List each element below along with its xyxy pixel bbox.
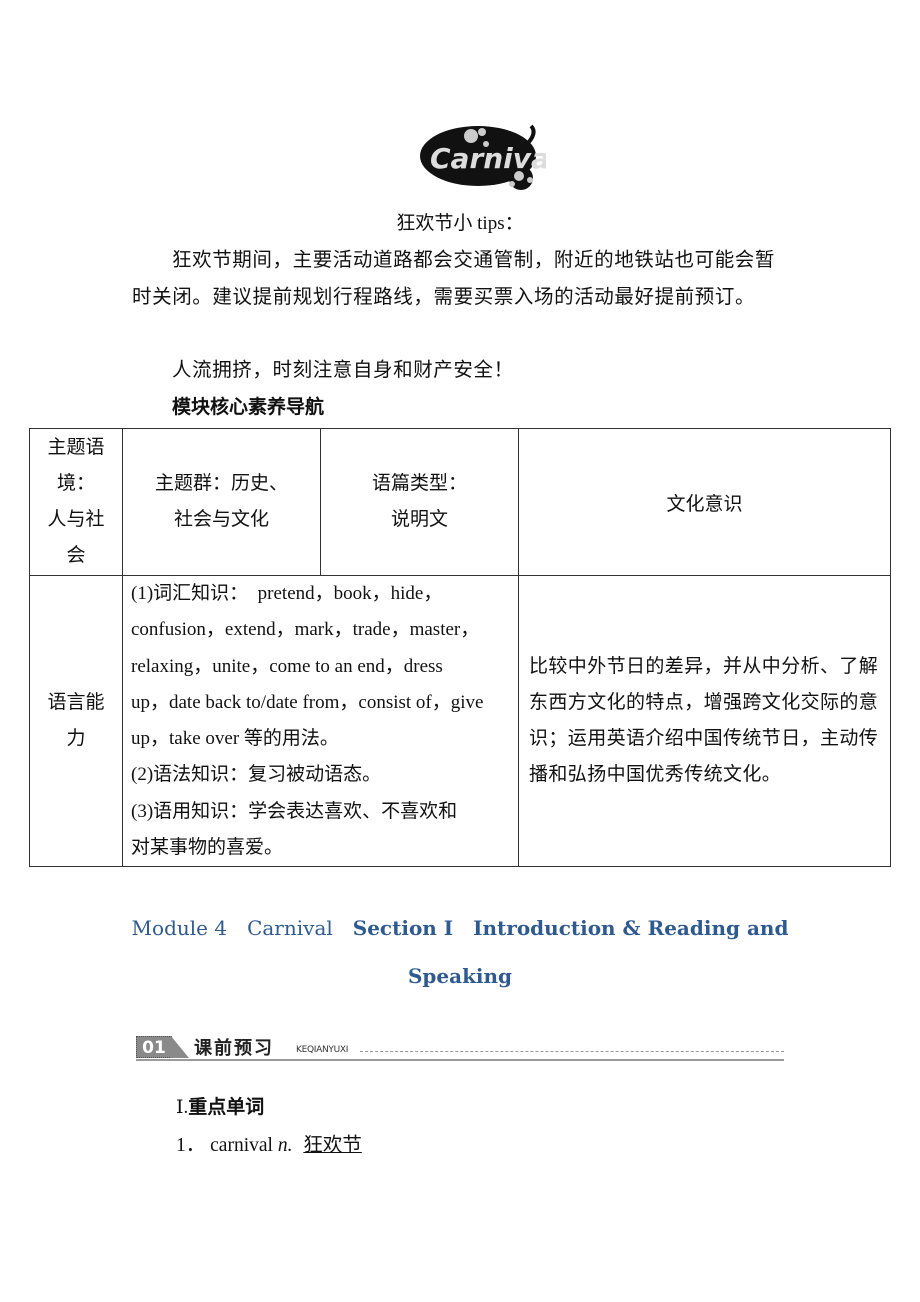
text-type-cell: 语篇类型： 说明文 <box>320 428 519 576</box>
item-word: carnival <box>210 1135 273 1156</box>
table-row: 语言能 力 (1)词汇知识： pretend，book，hide， confus… <box>29 574 891 868</box>
banner-triangle-icon <box>171 1036 189 1058</box>
cell-line: 对某事物的喜爱。 <box>131 837 284 859</box>
section-banner: 01 课前预习 KEQIANYUXI <box>136 1034 784 1064</box>
safety-note: 人流拥挤，时刻注意自身和财产安全！ <box>172 360 514 381</box>
culture-awareness-cell: 比较中外节日的差异，并从中分析、了解东西方文化的特点，增强跨文化交际的意识；运用… <box>518 574 891 868</box>
tips-paragraph: 狂欢节期间，主要活动道路都会交通管制，附近的地铁站也可能会暂时关闭。建议提前规划… <box>132 250 776 308</box>
cell-line: relaxing，unite，come to an end，dress <box>131 655 443 677</box>
theme-context-cell: 主题语 境： 人与社 会 <box>29 428 123 576</box>
cell-line: 主题语 <box>47 437 105 458</box>
vocab-heading-number: Ⅰ. <box>176 1097 189 1118</box>
vocab-heading-text: 重点单词 <box>188 1096 265 1118</box>
banner-pinyin: KEQIANYUXI <box>296 1045 349 1055</box>
section-title: Introduction & Reading and <box>473 916 789 940</box>
banner-title: 课前预习 <box>194 1038 274 1059</box>
banner-number: 01 <box>136 1036 172 1058</box>
cell-line: confusion，extend，mark，trade，master， <box>131 619 480 641</box>
item-pos: n. <box>277 1135 293 1156</box>
core-literacy-table: 主题语 境： 人与社 会 主题群：历史、 社会与文化 语篇类型： 说明文 文化意… <box>29 428 891 868</box>
cell-line: 境： <box>56 473 95 494</box>
cell-line: up，date back to/date from，consist of，giv… <box>131 691 484 713</box>
module-heading: Module 4 Carnival Section Ⅰ Introduction & … <box>0 916 920 940</box>
culture-header-cell: 文化意识 <box>518 428 891 576</box>
carnival-logo-icon: Carnival <box>416 116 560 196</box>
cell-line: 人与社 <box>47 509 105 530</box>
module-number: Module 4 <box>131 916 228 940</box>
language-ability-cell: 语言能 力 <box>29 574 123 868</box>
cell-line: 会 <box>66 545 86 566</box>
cell-line: 社会与文化 <box>173 509 269 530</box>
logo-text: Carnival <box>430 142 546 175</box>
cell-line: 力 <box>66 728 86 750</box>
cell-line: (3)语用知识：学会表达喜欢、不喜欢和 <box>131 800 458 822</box>
list-item: 1． carnival n. 狂欢节 <box>176 1128 362 1157</box>
cell-line: 说明文 <box>390 509 448 530</box>
cell-line: 主题群：历史、 <box>154 473 288 494</box>
theme-group-cell: 主题群：历史、 社会与文化 <box>122 428 321 576</box>
cell-line: up，take over 等的用法。 <box>131 728 339 750</box>
cell-line: (2)语法知识：复习被动语态。 <box>131 764 382 786</box>
vocab-heading: Ⅰ.重点单词 <box>176 1092 264 1119</box>
item-answer: 狂欢节 <box>303 1135 362 1156</box>
section-title-continued: Speaking <box>407 964 513 988</box>
divider <box>136 1059 784 1061</box>
knowledge-cell: (1)词汇知识： pretend，book，hide， confusion，ex… <box>122 574 519 868</box>
cell-line: 语篇类型： <box>371 473 467 494</box>
cell-line: 语言能 <box>47 692 105 714</box>
table-row: 主题语 境： 人与社 会 主题群：历史、 社会与文化 语篇类型： 说明文 文化意… <box>29 428 891 576</box>
item-number: 1． <box>176 1135 206 1156</box>
divider <box>360 1051 784 1052</box>
cell-line: (1)词汇知识： pretend，book，hide， <box>131 583 443 604</box>
section-heading: 模块核心素养导航 <box>172 396 325 418</box>
module-topic: Carnival <box>247 916 333 940</box>
tips-title: 狂欢节小 tips： <box>396 213 524 234</box>
section-label: Section Ⅰ <box>352 916 454 940</box>
